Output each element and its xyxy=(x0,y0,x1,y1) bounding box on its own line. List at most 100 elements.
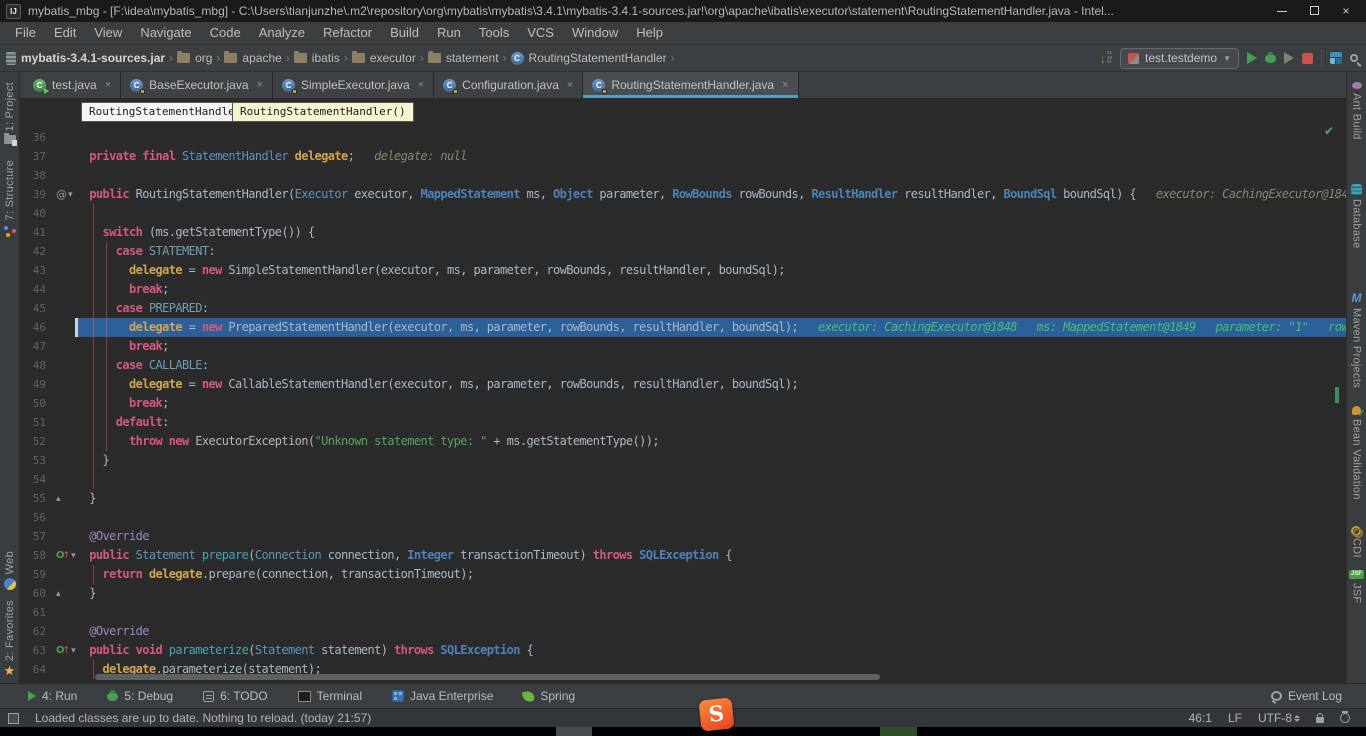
code-line-42[interactable]: 42 case STATEMENT: xyxy=(20,242,1346,261)
code-line-52[interactable]: 52 throw new ExecutorException("Unknown … xyxy=(20,432,1346,451)
breadcrumb-chip-class[interactable]: RoutingStatementHandler xyxy=(81,102,249,122)
run-configuration-select[interactable]: test.testdemo ▼ xyxy=(1120,48,1239,69)
tab-Configuration.java[interactable]: CConfiguration.java× xyxy=(434,72,583,98)
editor[interactable]: 3637 private final StatementHandler dele… xyxy=(20,98,1346,683)
code-line-44[interactable]: 44 break; xyxy=(20,280,1346,299)
menu-item-window[interactable]: Window xyxy=(563,22,627,44)
profiler-button[interactable] xyxy=(1302,53,1313,64)
menu-item-run[interactable]: Run xyxy=(428,22,470,44)
run-with-coverage-button[interactable] xyxy=(1284,52,1294,64)
menu-item-refactor[interactable]: Refactor xyxy=(314,22,381,44)
breadcrumb-item-executor[interactable]: executor xyxy=(352,51,416,65)
inspections-ok-icon[interactable]: ✔ xyxy=(1324,124,1334,138)
tool-window-button-jsf[interactable]: JSFJSF xyxy=(1349,570,1364,603)
close-button[interactable]: × xyxy=(1332,2,1360,20)
breadcrumb-item-mybatis-3.4.1-sources.jar[interactable]: mybatis-3.4.1-sources.jar xyxy=(6,51,165,65)
code-line-63[interactable]: 63O↑▾ public void parameterize(Statement… xyxy=(20,641,1346,660)
code-line-48[interactable]: 48 case CALLABLE: xyxy=(20,356,1346,375)
fold-collapse-icon[interactable]: ▾ xyxy=(68,190,73,200)
code-line-60[interactable]: 60▴ } xyxy=(20,584,1346,603)
code-line-57[interactable]: 57 @Override xyxy=(20,527,1346,546)
fold-collapse-icon[interactable]: ▾ xyxy=(71,551,76,561)
tool-window-button-7-structure[interactable]: 7: Structure xyxy=(4,160,16,236)
tool-window-button-1-project[interactable]: 1: Project xyxy=(4,82,16,144)
caret-position[interactable]: 46:1 xyxy=(1189,711,1212,725)
tool-window-button-5-debug[interactable]: 5: Debug xyxy=(107,689,173,703)
code-line-45[interactable]: 45 case PREPARED: xyxy=(20,299,1346,318)
tool-window-button-spring[interactable]: Spring xyxy=(523,689,575,703)
tool-window-button-cdi[interactable]: CDI xyxy=(1351,526,1363,558)
breadcrumb-item-apache[interactable]: apache xyxy=(224,51,281,65)
code-line-54[interactable]: 54 xyxy=(20,470,1346,489)
code-line-56[interactable]: 56 xyxy=(20,508,1346,527)
breadcrumb-item-statement[interactable]: statement xyxy=(428,51,499,65)
code-line-37[interactable]: 37 private final StatementHandler delega… xyxy=(20,147,1346,166)
overrides-method-icon[interactable]: O↑ xyxy=(56,551,70,561)
code-line-50[interactable]: 50 break; xyxy=(20,394,1346,413)
highlighting-level-icon[interactable] xyxy=(1340,713,1350,723)
sogou-ime-icon[interactable]: S xyxy=(698,697,734,731)
tool-window-button-web[interactable]: Web xyxy=(4,551,16,590)
menu-item-file[interactable]: File xyxy=(6,22,45,44)
code-line-53[interactable]: 53 } xyxy=(20,451,1346,470)
fold-end-icon[interactable]: ▴ xyxy=(56,589,61,599)
tool-window-button-maven-projects[interactable]: MMaven Projects xyxy=(1351,292,1363,388)
menu-item-view[interactable]: View xyxy=(85,22,131,44)
event-log-button[interactable]: Event Log xyxy=(1271,689,1342,703)
code-line-47[interactable]: 47 break; xyxy=(20,337,1346,356)
tab-close-icon[interactable]: × xyxy=(782,79,788,91)
code-line-40[interactable]: 40 xyxy=(20,204,1346,223)
tool-window-button-bean-validation[interactable]: Bean Validation xyxy=(1351,406,1363,500)
readonly-lock-icon[interactable] xyxy=(1316,717,1324,723)
code-line-36[interactable]: 36 xyxy=(20,128,1346,147)
toggle-toolwindows-icon[interactable] xyxy=(8,713,19,724)
fold-collapse-icon[interactable]: ▾ xyxy=(71,646,76,656)
tab-BaseExecutor.java[interactable]: CBaseExecutor.java× xyxy=(121,72,273,98)
tool-window-button-ant-build[interactable]: Ant Build xyxy=(1351,82,1363,140)
menu-item-code[interactable]: Code xyxy=(201,22,250,44)
tab-close-icon[interactable]: × xyxy=(257,79,263,91)
code-line-41[interactable]: 41 switch (ms.getStatementType()) { xyxy=(20,223,1346,242)
tab-close-icon[interactable]: × xyxy=(105,79,111,91)
code-line-38[interactable]: 38 xyxy=(20,166,1346,185)
code-line-49[interactable]: 49 delegate = new CallableStatementHandl… xyxy=(20,375,1346,394)
menu-item-help[interactable]: Help xyxy=(627,22,672,44)
tool-window-button-database[interactable]: Database xyxy=(1351,184,1363,249)
code-line-46[interactable]: 46 delegate = new PreparedStatementHandl… xyxy=(20,318,1346,337)
maximize-button[interactable] xyxy=(1300,2,1328,20)
overrides-method-icon[interactable]: O↑ xyxy=(56,646,70,656)
search-everywhere-icon[interactable] xyxy=(1350,54,1358,62)
code-line-51[interactable]: 51 default: xyxy=(20,413,1346,432)
menu-item-tools[interactable]: Tools xyxy=(470,22,518,44)
code-line-55[interactable]: 55▴ } xyxy=(20,489,1346,508)
restore-layout-icon[interactable] xyxy=(1330,52,1342,64)
annotation-gutter-icon[interactable]: @ xyxy=(56,190,67,200)
breadcrumb-item-RoutingStatementHandler[interactable]: CRoutingStatementHandler xyxy=(511,51,667,65)
reload-classes-icon[interactable]: ↓01 10 01 xyxy=(1100,51,1113,66)
tab-close-icon[interactable]: × xyxy=(567,79,573,91)
run-button[interactable] xyxy=(1247,52,1257,64)
tab-SimpleExecutor.java[interactable]: CSimpleExecutor.java× xyxy=(273,72,434,98)
code-line-43[interactable]: 43 delegate = new SimpleStatementHandler… xyxy=(20,261,1346,280)
tab-test.java[interactable]: Ctest.java× xyxy=(24,72,121,98)
error-stripe-mark[interactable] xyxy=(1335,387,1339,403)
tool-window-button-4-run[interactable]: 4: Run xyxy=(28,689,77,703)
code-line-62[interactable]: 62 @Override xyxy=(20,622,1346,641)
breadcrumb-item-org[interactable]: org xyxy=(177,51,212,65)
fold-end-icon[interactable]: ▴ xyxy=(56,494,61,504)
horizontal-scrollbar[interactable] xyxy=(95,674,880,680)
code-line-59[interactable]: 59 return delegate.prepare(connection, t… xyxy=(20,565,1346,584)
debug-button[interactable] xyxy=(1265,54,1276,63)
tool-window-button-2-favorites[interactable]: 2: Favorites★ xyxy=(4,600,16,677)
code-line-58[interactable]: 58O↑▾ public Statement prepare(Connectio… xyxy=(20,546,1346,565)
tab-close-icon[interactable]: × xyxy=(418,79,424,91)
breadcrumb-item-ibatis[interactable]: ibatis xyxy=(294,51,340,65)
tool-window-button-terminal[interactable]: Terminal xyxy=(298,689,362,703)
tool-window-button-6-todo[interactable]: 6: TODO xyxy=(203,689,268,703)
menu-item-vcs[interactable]: VCS xyxy=(518,22,563,44)
minimize-button[interactable] xyxy=(1268,2,1296,20)
menu-item-build[interactable]: Build xyxy=(381,22,428,44)
menu-item-navigate[interactable]: Navigate xyxy=(131,22,200,44)
tool-window-button-java-enterprise[interactable]: Java Enterprise xyxy=(392,689,493,703)
code-line-61[interactable]: 61 xyxy=(20,603,1346,622)
